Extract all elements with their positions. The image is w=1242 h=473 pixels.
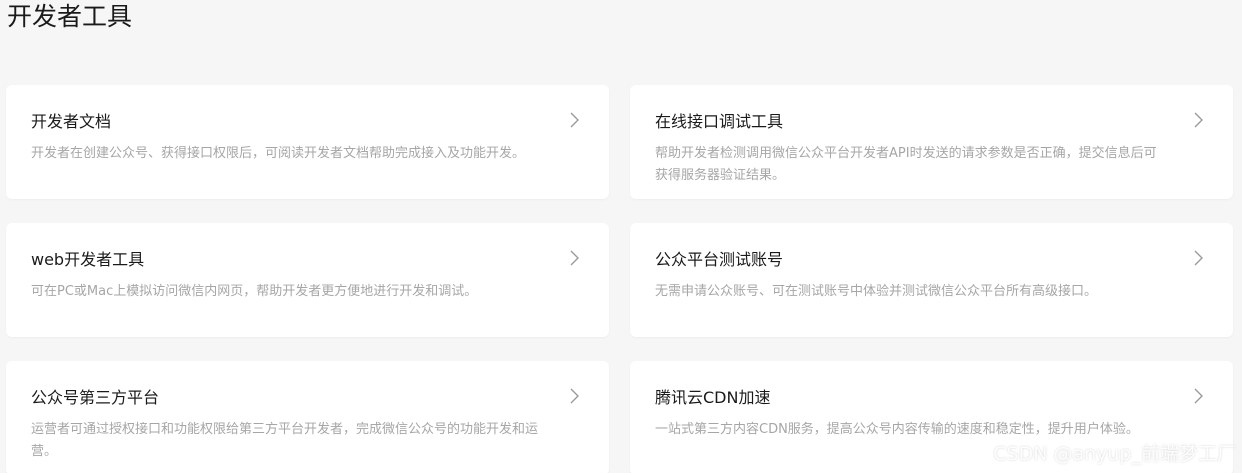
chevron-right-icon [1191,111,1205,129]
card-title: 公众号第三方平台 [31,388,160,407]
tools-grid: 开发者文档 开发者在创建公众号、获得接口权限后，可阅读开发者文档帮助完成接入及功… [6,85,1233,473]
card-developer-docs[interactable]: 开发者文档 开发者在创建公众号、获得接口权限后，可阅读开发者文档帮助完成接入及功… [6,85,609,199]
chevron-right-icon [1191,387,1205,405]
card-web-devtools[interactable]: web开发者工具 可在PC或Mac上模拟访问微信内网页，帮助开发者更方便地进行开… [6,223,609,337]
card-description: 无需申请公众账号、可在测试账号中体验并测试微信公众平台所有高级接口。 [655,284,1098,299]
card-description: 运营者可通过授权接口和功能权限给第三方平台开发者，完成微信公众号的功能开发和运营… [31,422,539,459]
card-description: 帮助开发者检测调用微信公众平台开发者API时发送的请求参数是否正确，提交信息后可… [655,146,1157,183]
card-description: 可在PC或Mac上模拟访问微信内网页，帮助开发者更方便地进行开发和调试。 [31,284,478,299]
chevron-right-icon [567,249,581,267]
developer-tools-page: 开发者工具 开发者文档 开发者在创建公众号、获得接口权限后，可阅读开发者文档帮助… [0,0,1242,473]
card-title: 开发者文档 [31,112,112,131]
chevron-right-icon [567,387,581,405]
card-title: 腾讯云CDN加速 [655,388,771,407]
chevron-right-icon [567,111,581,129]
card-title: 在线接口调试工具 [655,112,784,131]
page-title: 开发者工具 [7,2,133,31]
card-online-api-debug[interactable]: 在线接口调试工具 帮助开发者检测调用微信公众平台开发者API时发送的请求参数是否… [630,85,1233,199]
card-third-party-platform[interactable]: 公众号第三方平台 运营者可通过授权接口和功能权限给第三方平台开发者，完成微信公众… [6,361,609,473]
card-title: web开发者工具 [31,250,145,269]
card-title: 公众平台测试账号 [655,250,784,269]
card-description: 一站式第三方内容CDN服务，提高公众号内容传输的速度和稳定性，提升用户体验。 [655,422,1139,437]
card-test-account[interactable]: 公众平台测试账号 无需申请公众账号、可在测试账号中体验并测试微信公众平台所有高级… [630,223,1233,337]
card-description: 开发者在创建公众号、获得接口权限后，可阅读开发者文档帮助完成接入及功能开发。 [31,146,526,161]
watermark-text: CSDN @anyup_前端梦工厂 [993,443,1236,465]
chevron-right-icon [1191,249,1205,267]
